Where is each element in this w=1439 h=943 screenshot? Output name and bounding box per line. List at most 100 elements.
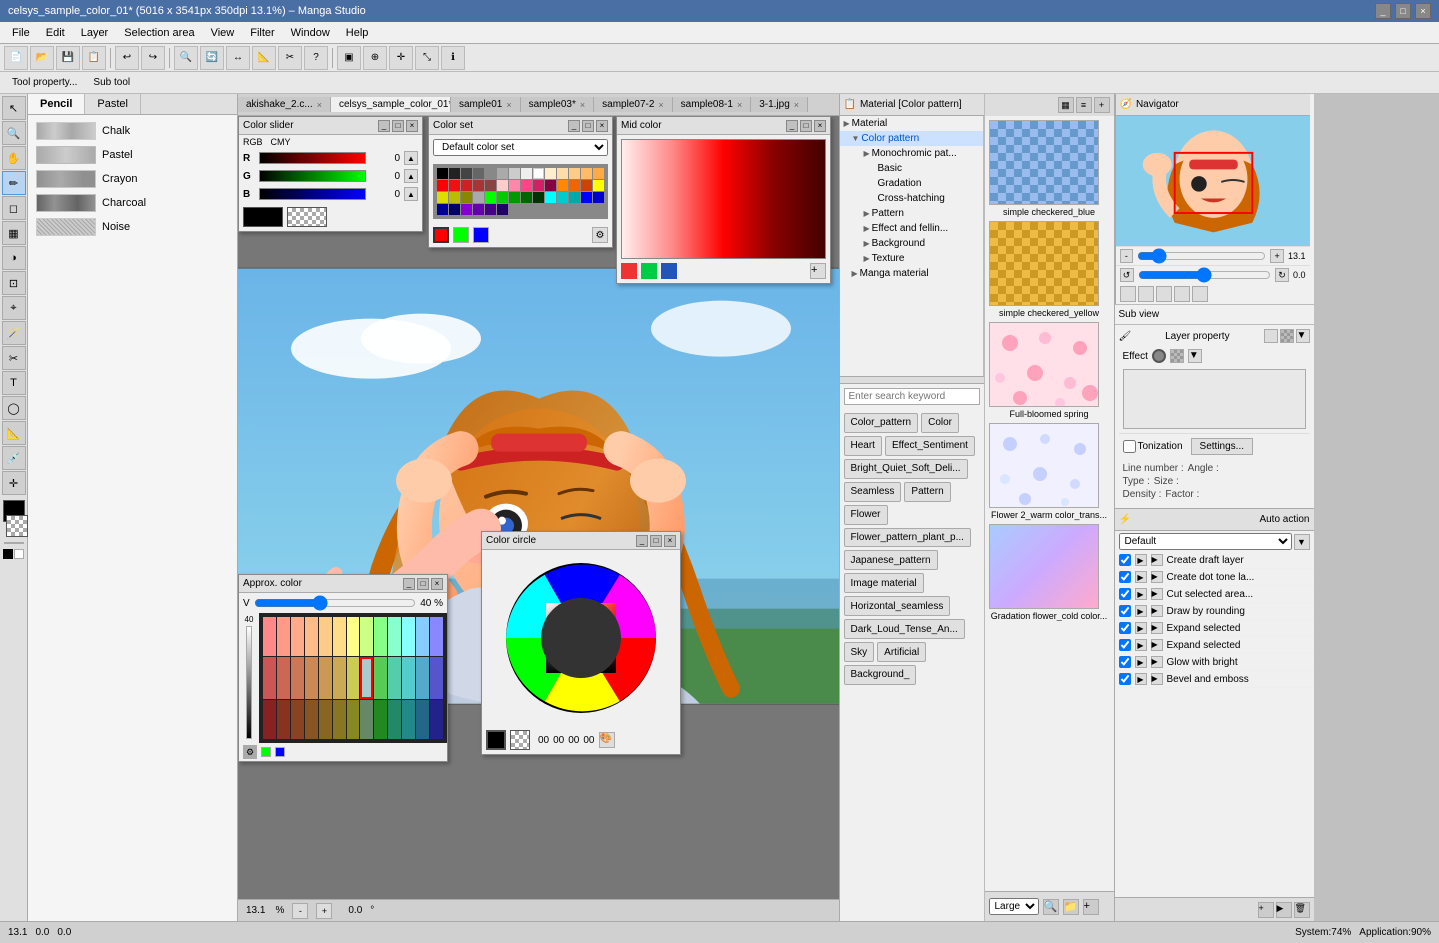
effect-pattern[interactable] (1170, 349, 1184, 363)
menu-layer[interactable]: Layer (73, 25, 117, 41)
nav-btn4[interactable] (1174, 286, 1190, 302)
tab-31jpg[interactable]: 3-1.jpg × (751, 97, 808, 112)
effect-toggle-off[interactable] (1152, 349, 1166, 363)
swatch-23[interactable] (581, 180, 592, 191)
crop-tool[interactable]: ✂ (2, 346, 26, 370)
swatch-9[interactable] (557, 168, 568, 179)
ac-7[interactable] (347, 617, 360, 656)
swatch-white[interactable] (533, 168, 544, 179)
tag-bright[interactable]: Bright_Quiet_Soft_Deli... (844, 459, 968, 479)
action-cb-1[interactable] (1119, 571, 1131, 583)
action-cb-5[interactable] (1119, 639, 1131, 651)
swatch-21[interactable] (545, 180, 556, 191)
swatch-26[interactable] (461, 192, 472, 203)
color-set-minimize[interactable]: _ (568, 120, 580, 132)
tag-seamless[interactable]: Seamless (844, 482, 902, 502)
open-button[interactable]: 📂 (30, 46, 54, 70)
eraser-tool[interactable]: ◻ (2, 196, 26, 220)
brush-tool[interactable]: ✏ (2, 171, 26, 195)
approx-icon1[interactable]: ⚙ (243, 745, 257, 759)
nav-rotate-left[interactable]: ↺ (1120, 268, 1134, 282)
ac-32[interactable] (333, 700, 346, 739)
undo-button[interactable]: ↩ (115, 46, 139, 70)
ac-2[interactable] (277, 617, 290, 656)
foreground-swatch[interactable] (243, 207, 283, 227)
hand-tool[interactable]: ✋ (2, 146, 26, 170)
swatch-35[interactable] (437, 204, 448, 215)
action-play-3[interactable]: ▶ (1151, 605, 1163, 617)
ac-25[interactable] (416, 657, 429, 700)
tab-sample08[interactable]: sample08-1 × (673, 97, 752, 112)
brush-pastel[interactable]: Pastel (32, 143, 233, 167)
mid-color-maximize[interactable]: □ (800, 120, 812, 132)
lasso-button[interactable]: ⊕ (363, 46, 387, 70)
tag-background[interactable]: Background_ (844, 665, 917, 685)
nav-btn1[interactable] (1120, 286, 1136, 302)
swatch-32[interactable] (557, 192, 568, 203)
ac-14[interactable] (263, 657, 276, 700)
nav-zoom-out[interactable]: - (1120, 249, 1134, 263)
action-expand-7[interactable]: ▶ (1135, 673, 1147, 685)
swatch-28[interactable] (497, 192, 508, 203)
menu-edit[interactable]: Edit (38, 25, 73, 41)
color-slider-maximize[interactable]: □ (392, 120, 404, 132)
color-slider-minimize[interactable]: _ (378, 120, 390, 132)
tree-cross-hatching[interactable]: Cross-hatching (840, 191, 983, 206)
swatch-30[interactable] (521, 192, 532, 203)
flip-button[interactable]: ↔ (226, 46, 250, 70)
ac-24[interactable] (402, 657, 415, 700)
guide-button[interactable]: ✂ (278, 46, 302, 70)
swatch-4[interactable] (485, 168, 496, 179)
thumb-spring[interactable]: Full-bloomed spring (989, 322, 1110, 419)
new-button[interactable]: 📄 (4, 46, 28, 70)
ac-26[interactable] (430, 657, 443, 700)
tab-close-3[interactable]: × (580, 100, 585, 110)
swatch-cyan[interactable] (545, 192, 556, 203)
action-cb-3[interactable] (1119, 605, 1131, 617)
swatch-purple[interactable] (461, 204, 472, 215)
black-color[interactable] (3, 549, 13, 559)
zoom-button[interactable]: 🔍 (174, 46, 198, 70)
color-circle-minimize[interactable]: _ (636, 535, 648, 547)
move-button[interactable]: ✛ (389, 46, 413, 70)
cursor-tool[interactable]: ↖ (2, 96, 26, 120)
ac-selected[interactable] (360, 657, 373, 700)
swatch-7[interactable] (521, 168, 532, 179)
ac-23[interactable] (388, 657, 401, 700)
mid-mid-color[interactable] (641, 263, 657, 279)
mid-right-color[interactable] (661, 263, 677, 279)
tree-monochromic[interactable]: ▶ Monochromic pat... (840, 146, 983, 161)
tag-heart[interactable]: Heart (844, 436, 882, 456)
nav-rotate-slider[interactable] (1138, 271, 1271, 279)
thumb-checkered-yellow[interactable]: simple checkered_yellow (989, 221, 1110, 318)
tab-close-6[interactable]: × (794, 100, 799, 110)
mid-color-minimize[interactable]: _ (786, 120, 798, 132)
swatch-green[interactable] (485, 192, 496, 203)
save-as-button[interactable]: 📋 (82, 46, 106, 70)
swatch-18[interactable] (509, 180, 520, 191)
ac-22[interactable] (374, 657, 387, 700)
tab-close-2[interactable]: × (506, 100, 511, 110)
gradient-tool[interactable]: ◑ (2, 246, 26, 270)
g-up[interactable]: ▲ (404, 169, 418, 183)
tag-color[interactable]: Color (921, 413, 959, 433)
tag-horizontal[interactable]: Horizontal_seamless (844, 596, 951, 616)
swatch-red[interactable] (437, 180, 448, 191)
color-set-dropdown[interactable]: Default color set (433, 139, 608, 156)
save-button[interactable]: 💾 (56, 46, 80, 70)
ruler-tool[interactable]: 📐 (2, 421, 26, 445)
swatch-24[interactable] (437, 192, 448, 203)
menu-filter[interactable]: Filter (242, 25, 282, 41)
menu-view[interactable]: View (203, 25, 243, 41)
color-set-maximize[interactable]: □ (582, 120, 594, 132)
tab-close-5[interactable]: × (737, 100, 742, 110)
tonization-checkbox[interactable]: Tonization (1123, 440, 1183, 453)
color-wheel-svg[interactable] (501, 558, 661, 718)
thumbs-add-icon[interactable]: + (1094, 97, 1110, 113)
tag-artificial[interactable]: Artificial (877, 642, 926, 662)
size-dropdown[interactable]: Large (989, 898, 1039, 915)
tab-akishake[interactable]: akishake_2.c... × (238, 97, 331, 112)
tab-sample07[interactable]: sample07-2 × (594, 97, 673, 112)
swatch-15[interactable] (473, 180, 484, 191)
mid-color-close[interactable]: × (814, 120, 826, 132)
